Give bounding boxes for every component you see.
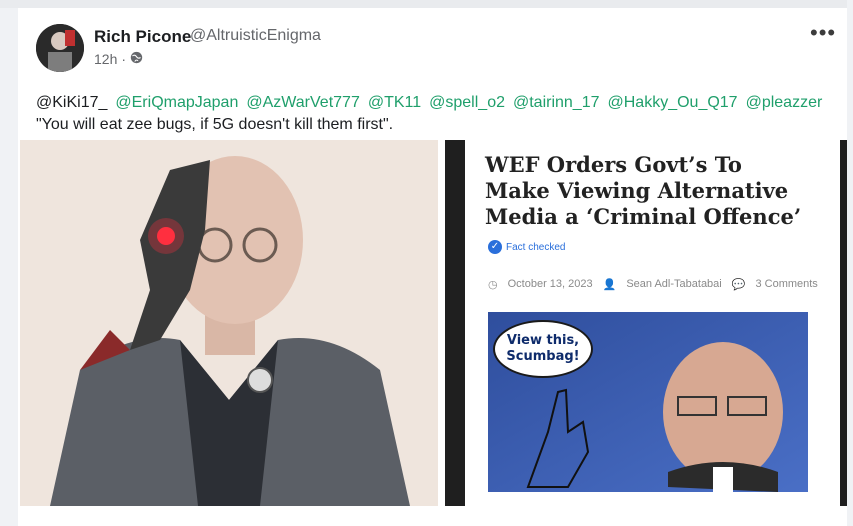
comment-icon: 💬 xyxy=(731,279,746,291)
bubble-line-2: Scumbag! xyxy=(506,349,580,364)
post-header: Rich Picone @AltruisticEnigma 12h · ••• xyxy=(18,8,853,78)
mentions-row: @KiKi17_ @EriQmapJapan @AzWarVet777 @TK1… xyxy=(36,92,836,114)
post-images: WEF Orders Govt’s To Make Viewing Altern… xyxy=(20,140,851,506)
clock-icon: ◷ xyxy=(488,279,498,291)
speech-bubble: View this, Scumbag! xyxy=(493,320,593,378)
author-name[interactable]: Rich Picone xyxy=(94,27,191,47)
more-icon[interactable]: ••• xyxy=(810,22,836,44)
article-date: October 13, 2023 xyxy=(507,278,593,290)
globe-icon xyxy=(130,51,143,67)
author-handle[interactable]: @AltruisticEnigma xyxy=(190,27,321,45)
post-image-left[interactable] xyxy=(20,140,438,506)
mention-link[interactable]: @EriQmapJapan xyxy=(115,92,238,114)
user-icon: 👤 xyxy=(602,279,617,291)
fact-checked-label: Fact checked xyxy=(506,241,566,253)
article-image: View this, Scumbag! xyxy=(488,312,808,492)
mention-link[interactable]: @Hakky_Ou_Q17 xyxy=(608,92,738,114)
post-body-text: "You will eat zee bugs, if 5G doesn't ki… xyxy=(36,116,394,133)
post-text: @KiKi17_ @EriQmapJapan @AzWarVet777 @TK1… xyxy=(36,92,836,136)
post-meta: 12h · xyxy=(94,51,143,67)
check-icon: ✓ xyxy=(488,240,502,254)
article-comments: 3 Comments xyxy=(755,278,818,290)
mention-link[interactable]: @tairinn_17 xyxy=(513,92,600,114)
top-strip xyxy=(0,0,853,8)
scrollbar[interactable] xyxy=(847,0,853,526)
meta-separator: · xyxy=(121,51,127,67)
timestamp[interactable]: 12h xyxy=(94,51,117,67)
mention-link[interactable]: @spell_o2 xyxy=(429,92,505,114)
article-byline: ◷ October 13, 2023 👤 Sean Adl-Tabatabai … xyxy=(488,278,818,291)
fact-checked-badge: ✓ Fact checked xyxy=(488,240,565,254)
article-title: WEF Orders Govt’s To Make Viewing Altern… xyxy=(485,152,802,229)
bubble-line-1: View this, xyxy=(506,333,580,348)
mention-link[interactable]: @pleazzer xyxy=(746,92,823,114)
post-card: Rich Picone @AltruisticEnigma 12h · ••• … xyxy=(18,8,853,526)
mention-link[interactable]: @KiKi17_ xyxy=(36,92,107,114)
article-screenshot: WEF Orders Govt’s To Make Viewing Altern… xyxy=(465,140,840,506)
article-author: Sean Adl-Tabatabai xyxy=(626,278,722,290)
left-gutter xyxy=(0,8,18,526)
mention-link[interactable]: @AzWarVet777 xyxy=(246,92,359,114)
post-image-right[interactable]: WEF Orders Govt’s To Make Viewing Altern… xyxy=(445,140,851,506)
mention-link[interactable]: @TK11 xyxy=(368,92,421,114)
avatar[interactable] xyxy=(36,24,84,72)
